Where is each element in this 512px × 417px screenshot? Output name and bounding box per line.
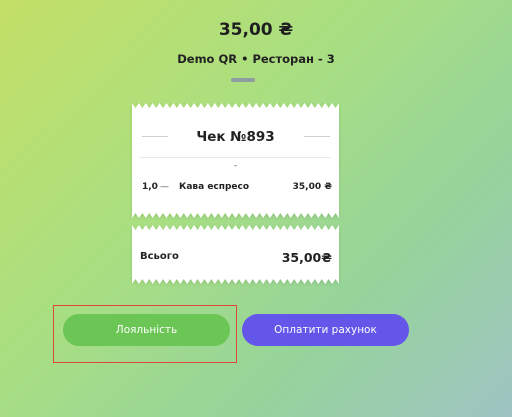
receipt-card: Чек №893 - 1,0 — Кава еспресо 35,00 ₴ Вс… [128,101,343,287]
item-quantity: 1,0 [142,182,158,192]
receipt-item-row: 1,0 — Кава еспресо 35,00 ₴ [142,182,332,196]
loyalty-button[interactable]: Лояльність [63,314,230,346]
receipt-title: Чек №893 [196,129,275,145]
receipt-total-row: Всього 35,00₴ [140,250,332,268]
total-value: 35,00₴ [281,250,332,265]
drag-handle[interactable] [231,78,255,82]
item-separator: — [160,182,169,192]
receipt-divider [140,157,331,158]
pay-bill-button[interactable]: Оплатити рахунок [242,314,409,346]
item-name: Кава еспресо [179,182,250,192]
item-price: 35,00 ₴ [292,182,332,192]
title-rule-right [304,136,330,137]
venue-name: Demo QR • Ресторан - 3 [177,52,335,66]
receipt-header: Чек №893 [128,129,343,145]
total-label: Всього [140,251,179,262]
receipt-subtitle: - [233,161,238,171]
bill-total-amount: 35,00 ₴ [218,20,294,40]
